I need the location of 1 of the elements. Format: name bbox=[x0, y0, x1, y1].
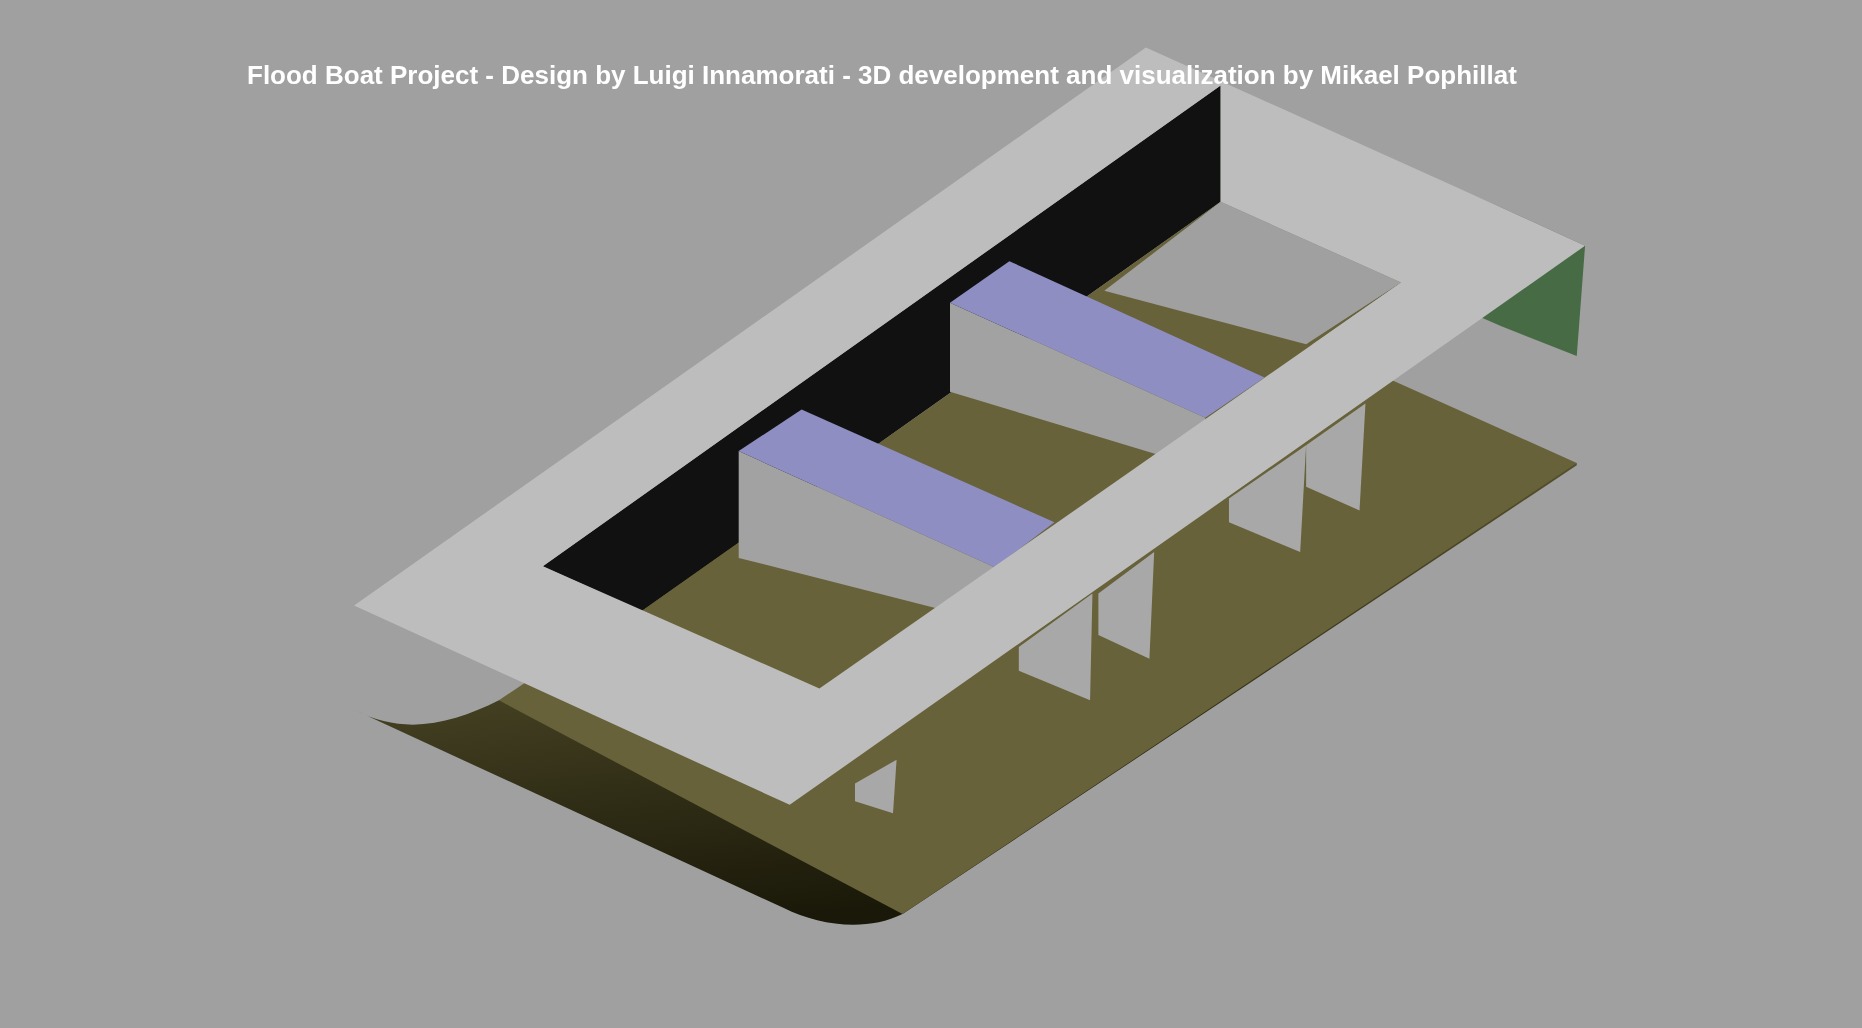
title-text: Flood Boat Project - Design by Luigi Innamorati - 3D development and visualization by Mikael Pophillat bbox=[247, 59, 1517, 92]
